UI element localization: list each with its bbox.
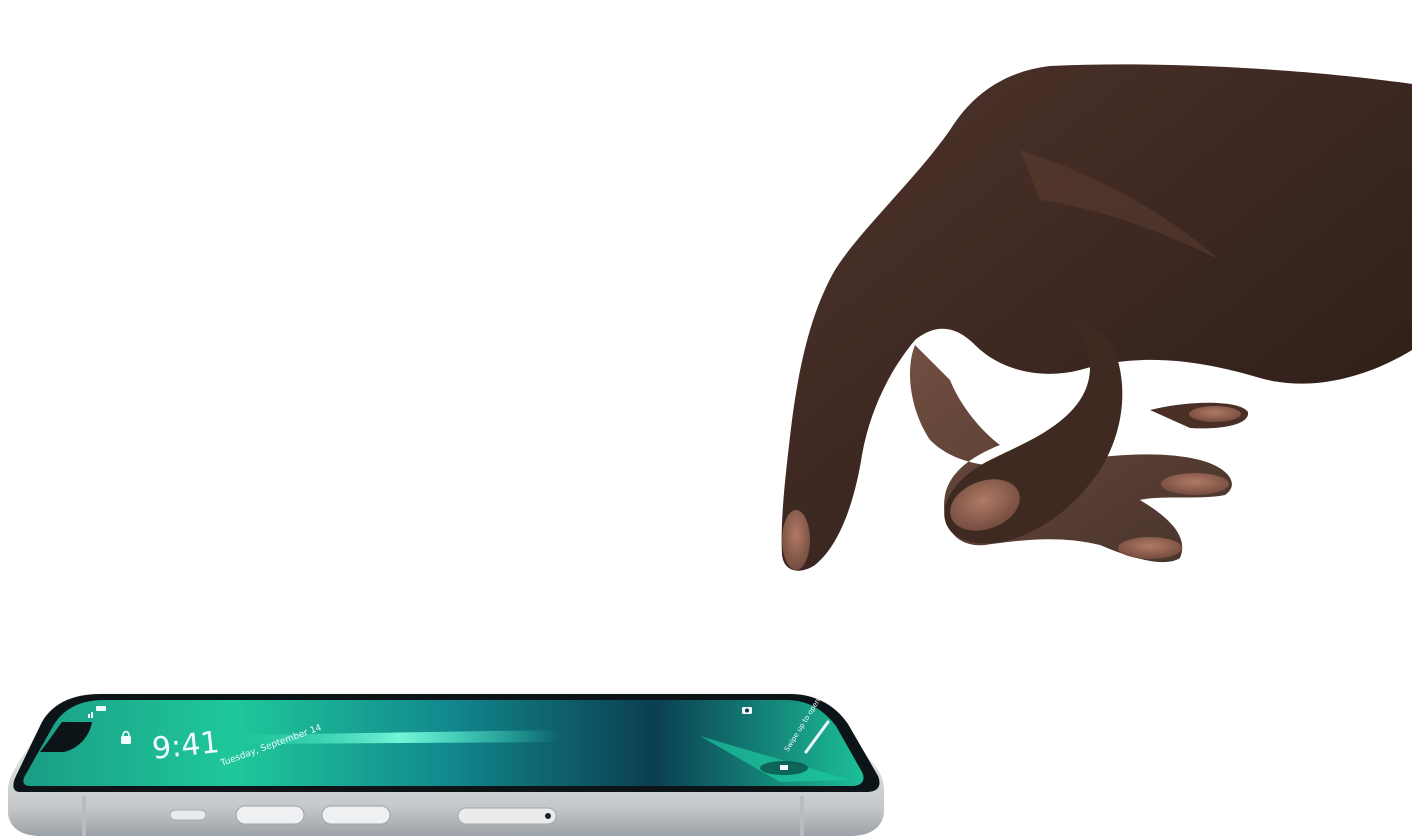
phone-screen — [23, 700, 864, 786]
index-fingernail — [782, 510, 810, 570]
ring-fingernail — [1118, 537, 1182, 559]
battery-icon — [96, 706, 106, 711]
mute-switch — [169, 809, 207, 821]
volume-up-button — [235, 805, 305, 825]
antenna-band-left — [82, 796, 86, 836]
lock-screen-time: 9:41 — [150, 725, 221, 767]
sim-eject-hole — [545, 813, 551, 819]
antenna-band-right — [800, 796, 804, 836]
camera-icon — [742, 707, 752, 714]
pointing-hand — [781, 64, 1412, 571]
volume-down-button — [321, 805, 391, 825]
photo-scene: 9:41 Tuesday, September 14 Swipe up to o… — [8, 64, 1412, 836]
pinky-fingernail — [1189, 406, 1241, 422]
middle-fingernail — [1161, 473, 1229, 495]
sim-tray — [457, 807, 557, 825]
flashlight-icon — [760, 761, 808, 775]
smartphone: 9:41 Tuesday, September 14 Swipe up to o… — [8, 692, 884, 836]
